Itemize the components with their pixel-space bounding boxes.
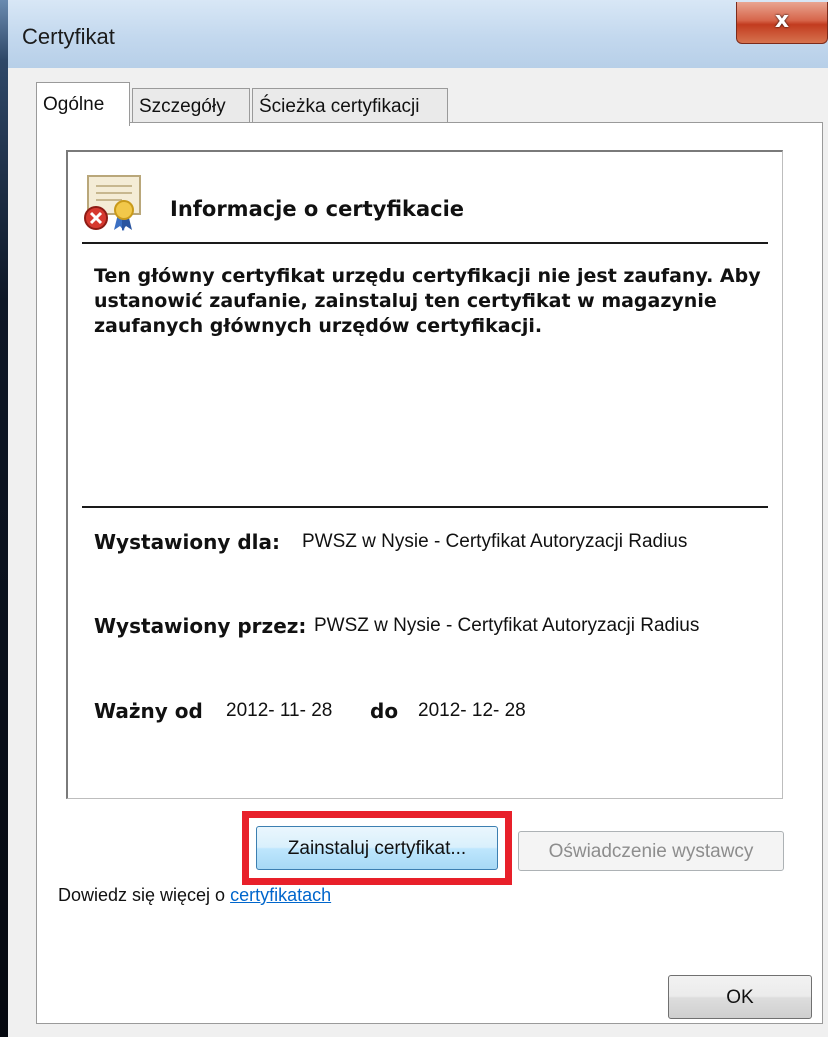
issued-to-label: Wystawiony dla:	[94, 530, 281, 554]
certificate-info-box: Informacje o certyfikacie Ten główny cer…	[66, 150, 783, 799]
divider	[82, 242, 768, 244]
valid-to-label: do	[370, 699, 399, 723]
issued-by-label: Wystawiony przez:	[94, 614, 307, 638]
close-button[interactable]: x	[736, 2, 828, 44]
divider	[82, 506, 768, 508]
info-title: Informacje o certyfikacie	[170, 197, 465, 221]
highlight-box	[242, 811, 512, 885]
valid-from-label: Ważny od	[94, 699, 203, 723]
close-icon: x	[774, 8, 790, 33]
valid-from-value: 2012- 11- 28	[226, 700, 333, 721]
issued-by-value: PWSZ w Nysie - Certyfikat Autoryzacji Ra…	[314, 615, 700, 636]
ok-button[interactable]: OK	[668, 975, 812, 1019]
background-window-edge	[0, 0, 8, 1037]
certificate-dialog: Certyfikat x Ogólne Szczegóły Ścieżka ce…	[8, 0, 828, 1037]
certificate-error-icon	[84, 175, 141, 231]
tab-details[interactable]: Szczegóły	[132, 88, 250, 123]
valid-to-value: 2012- 12- 28	[418, 700, 526, 721]
dialog-client-area: Ogólne Szczegóły Ścieżka certyfikacji In…	[8, 68, 828, 1037]
tab-general[interactable]: Ogólne	[36, 82, 130, 126]
title-bar[interactable]: Certyfikat x	[8, 0, 828, 68]
trust-warning-text: Ten główny certyfikat urzędu certyfikacj…	[94, 265, 761, 337]
issuer-statement-button: Oświadczenie wystawcy	[518, 831, 784, 871]
learn-more-text: Dowiedz się więcej o certyfikatach	[58, 885, 331, 906]
window-title: Certyfikat	[22, 24, 115, 49]
learn-more-prefix: Dowiedz się więcej o	[58, 885, 231, 905]
tab-certification-path[interactable]: Ścieżka certyfikacji	[252, 88, 448, 123]
tab-label: Ogólne	[43, 94, 105, 115]
certificates-link[interactable]: certyfikatach	[230, 885, 331, 905]
tab-label: Ścieżka certyfikacji	[259, 96, 420, 117]
issued-to-value: PWSZ w Nysie - Certyfikat Autoryzacji Ra…	[302, 531, 688, 552]
tab-label: Szczegóły	[139, 96, 226, 117]
